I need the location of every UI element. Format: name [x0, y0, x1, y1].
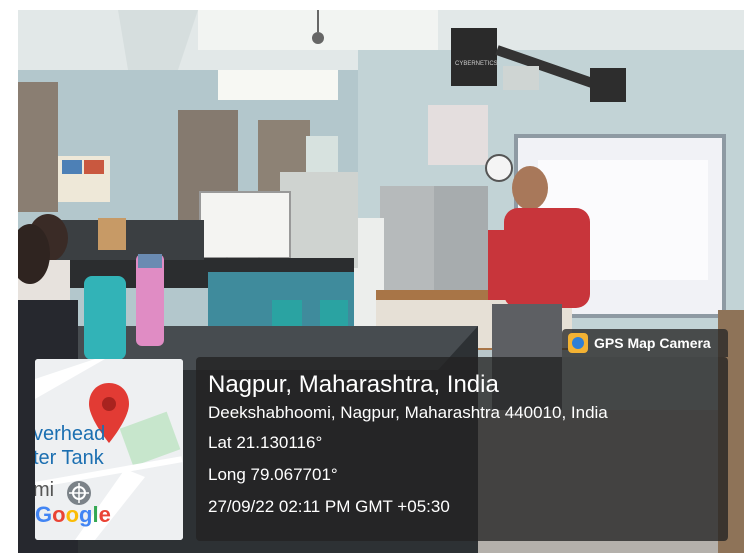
- badge-label: GPS Map Camera: [594, 335, 711, 351]
- location-latitude: Lat 21.130116°: [208, 433, 323, 452]
- gps-map-camera-badge: GPS Map Camera: [562, 329, 728, 357]
- map-label-1: verhead: [35, 423, 106, 445]
- location-datetime: 27/09/22 02:11 PM GMT +05:30: [208, 497, 450, 516]
- google-logo: Google: [35, 502, 111, 527]
- location-address: Deekshabhoomi, Nagpur, Maharashtra 44001…: [208, 403, 608, 422]
- photo-frame: CYBERNETICS verhead ter Tank mi Google G…: [0, 0, 746, 555]
- camera-icon: [568, 333, 588, 353]
- map-thumbnail: verhead ter Tank mi Google: [35, 359, 183, 540]
- location-overlay: Nagpur, Maharashtra, India Deekshabhoomi…: [196, 357, 728, 541]
- map-label-2: ter Tank: [35, 447, 104, 469]
- projector-label: CYBERNETICS: [455, 61, 498, 67]
- location-title: Nagpur, Maharashtra, India: [208, 371, 499, 398]
- map-label-3: mi: [35, 479, 55, 501]
- location-longitude: Long 79.067701°: [208, 465, 338, 484]
